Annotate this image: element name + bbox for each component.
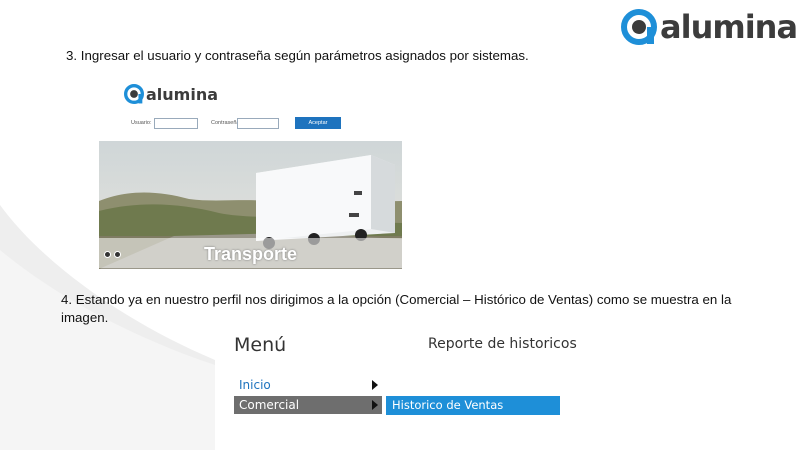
menu-item-label: Inicio: [239, 378, 271, 392]
banner-title: Transporte: [203, 244, 298, 264]
usuario-input[interactable]: [154, 118, 198, 129]
chevron-right-icon: [372, 380, 378, 390]
carousel-dot[interactable]: [114, 251, 121, 258]
alumina-logo-icon: [621, 9, 657, 45]
carousel-dots[interactable]: [104, 251, 121, 258]
menu-title: Menú: [234, 334, 287, 356]
menu-item-comercial[interactable]: Comercial: [234, 396, 382, 414]
login-screenshot: alumina Usuario: Contraseña: Aceptar Tra…: [99, 81, 402, 269]
login-logo: alumina: [124, 84, 218, 104]
step-4-text: 4. Estando ya en nuestro perfil nos diri…: [61, 292, 732, 325]
usuario-label: Usuario:: [131, 120, 152, 126]
alumina-logo: alumina: [621, 8, 798, 46]
login-form: Usuario: Contraseña: Aceptar: [99, 114, 402, 134]
accept-button[interactable]: Aceptar: [295, 117, 341, 129]
login-logo-icon: [124, 84, 144, 104]
menu-item-inicio[interactable]: Inicio: [234, 376, 382, 394]
alumina-logo-text: alumina: [660, 8, 798, 46]
report-title: Reporte de historicos: [428, 336, 577, 352]
menu-item-label: Comercial: [239, 398, 300, 412]
password-input[interactable]: [237, 118, 279, 129]
submenu-item-historico-ventas[interactable]: Historico de Ventas: [386, 396, 560, 415]
step-3-text: 3. Ingresar el usuario y contraseña segú…: [66, 48, 529, 63]
login-logo-text: alumina: [146, 84, 219, 104]
carousel-dot[interactable]: [104, 251, 111, 258]
menu-screenshot: Menú Reporte de historicos Inicio Comerc…: [228, 329, 600, 420]
transport-banner: Transporte: [99, 141, 402, 269]
chevron-right-icon: [372, 400, 378, 410]
